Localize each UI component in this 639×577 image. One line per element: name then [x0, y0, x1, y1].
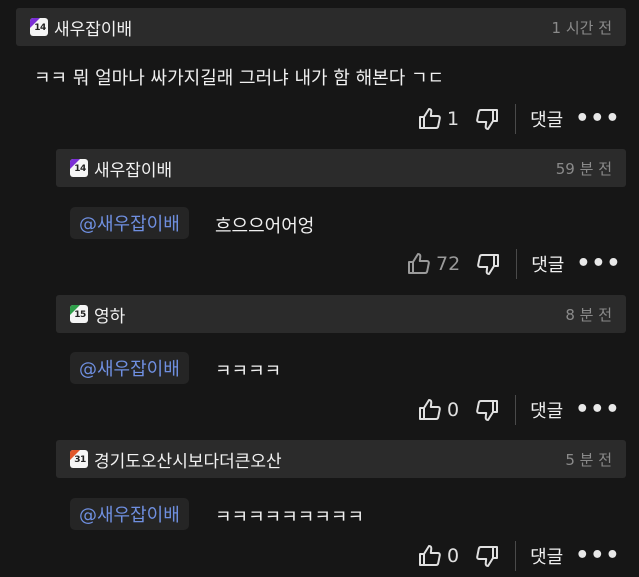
- username[interactable]: 새우잡이배: [54, 15, 132, 40]
- username[interactable]: 경기도오산시보다더큰오산: [94, 447, 282, 472]
- divider: [515, 395, 517, 425]
- level-badge-icon: 15: [70, 305, 88, 323]
- reply-button[interactable]: 댓글: [530, 106, 563, 132]
- timestamp: 59 분 전: [555, 159, 612, 178]
- more-options-icon[interactable]: •••: [575, 108, 620, 130]
- reply-button[interactable]: 댓글: [531, 251, 564, 277]
- more-options-icon[interactable]: •••: [576, 253, 621, 275]
- comment-text: ㅋㅋ 뭐 얼마나 싸가지길래 그러냐 내가 함 해본다 ㄱㄷ: [34, 68, 445, 89]
- comment-actions: 0 댓글 •••: [418, 394, 620, 426]
- comment-text: 흐으으어어엉: [215, 216, 315, 237]
- reply-button[interactable]: 댓글: [530, 397, 563, 423]
- comment-header: 15 영하 8 분 전: [56, 295, 626, 333]
- timestamp: 5 분 전: [565, 450, 612, 469]
- divider: [515, 104, 517, 134]
- divider: [516, 249, 518, 279]
- thumbs-down-icon[interactable]: [475, 544, 499, 568]
- level-badge-icon: 14: [70, 159, 88, 177]
- thumbs-down-icon[interactable]: [475, 398, 499, 422]
- thumbs-down-icon[interactable]: [476, 252, 500, 276]
- level-badge-icon: 31: [70, 450, 88, 468]
- comment-text: ㅋㅋㅋㅋ: [215, 361, 282, 382]
- more-options-icon[interactable]: •••: [575, 545, 620, 567]
- comment-text: ㅋㅋㅋㅋㅋㅋㅋㅋㅋ: [215, 507, 365, 528]
- thumbs-up-icon[interactable]: [418, 107, 442, 131]
- like-count: 0: [447, 545, 460, 567]
- level-badge-icon: 14: [30, 18, 48, 36]
- comment-actions: 72 댓글 •••: [407, 248, 622, 280]
- divider: [515, 541, 517, 571]
- like-count: 0: [447, 399, 460, 421]
- thumbs-down-icon[interactable]: [475, 107, 499, 131]
- more-options-icon[interactable]: •••: [575, 399, 620, 421]
- mention-tag[interactable]: @새우잡이배: [70, 352, 189, 384]
- mention-tag[interactable]: @새우잡이배: [70, 207, 189, 239]
- username[interactable]: 영하: [94, 302, 125, 327]
- like-count: 1: [447, 108, 460, 130]
- mention-tag[interactable]: @새우잡이배: [70, 498, 189, 530]
- comment-header: 14 새우잡이배 1 시간 전: [16, 8, 626, 46]
- comment-actions: 1 댓글 •••: [418, 103, 620, 135]
- thumbs-up-icon[interactable]: [418, 544, 442, 568]
- username[interactable]: 새우잡이배: [94, 156, 172, 181]
- comment-header: 14 새우잡이배 59 분 전: [56, 149, 626, 187]
- comment-header: 31 경기도오산시보다더큰오산 5 분 전: [56, 440, 626, 478]
- like-count: 72: [436, 253, 461, 275]
- thumbs-up-icon[interactable]: [407, 252, 431, 276]
- reply-button[interactable]: 댓글: [530, 543, 563, 569]
- comment-actions: 0 댓글 •••: [418, 540, 620, 572]
- timestamp: 1 시간 전: [551, 18, 612, 37]
- thumbs-up-icon[interactable]: [418, 398, 442, 422]
- timestamp: 8 분 전: [565, 305, 612, 324]
